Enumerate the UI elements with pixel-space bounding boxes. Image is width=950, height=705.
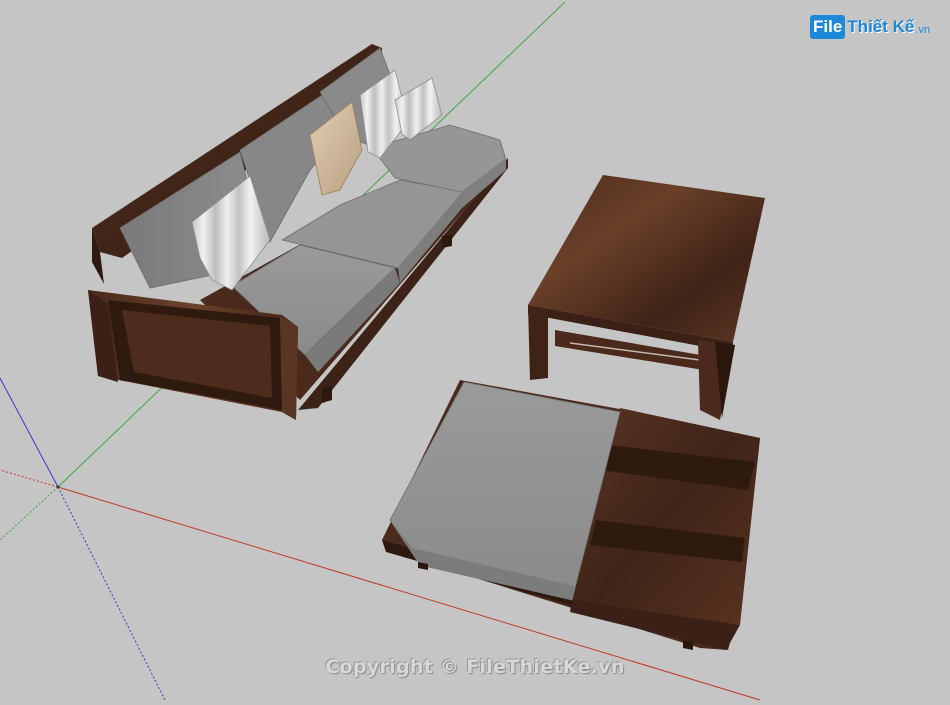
sofa-model[interactable] xyxy=(88,44,508,420)
model-scene[interactable] xyxy=(0,0,950,705)
axis-blue xyxy=(0,377,59,488)
site-logo: File Thiết Kế .vn xyxy=(810,12,930,42)
logo-tld-text: .vn xyxy=(915,24,931,36)
coffee-table-model[interactable] xyxy=(528,175,765,420)
axis-green-neg xyxy=(0,486,59,541)
axis-origin xyxy=(56,485,60,489)
logo-box-text: File xyxy=(810,15,846,39)
axis-red-neg xyxy=(0,469,59,488)
logo-main-text: Thiết Kế xyxy=(847,17,915,36)
copyright-watermark: Copyright © FileThietKe.vn xyxy=(325,656,625,678)
viewport-canvas[interactable]: File Thiết Kế .vn Copyright © FileThietK… xyxy=(0,0,950,705)
ottoman-model[interactable] xyxy=(382,380,760,650)
